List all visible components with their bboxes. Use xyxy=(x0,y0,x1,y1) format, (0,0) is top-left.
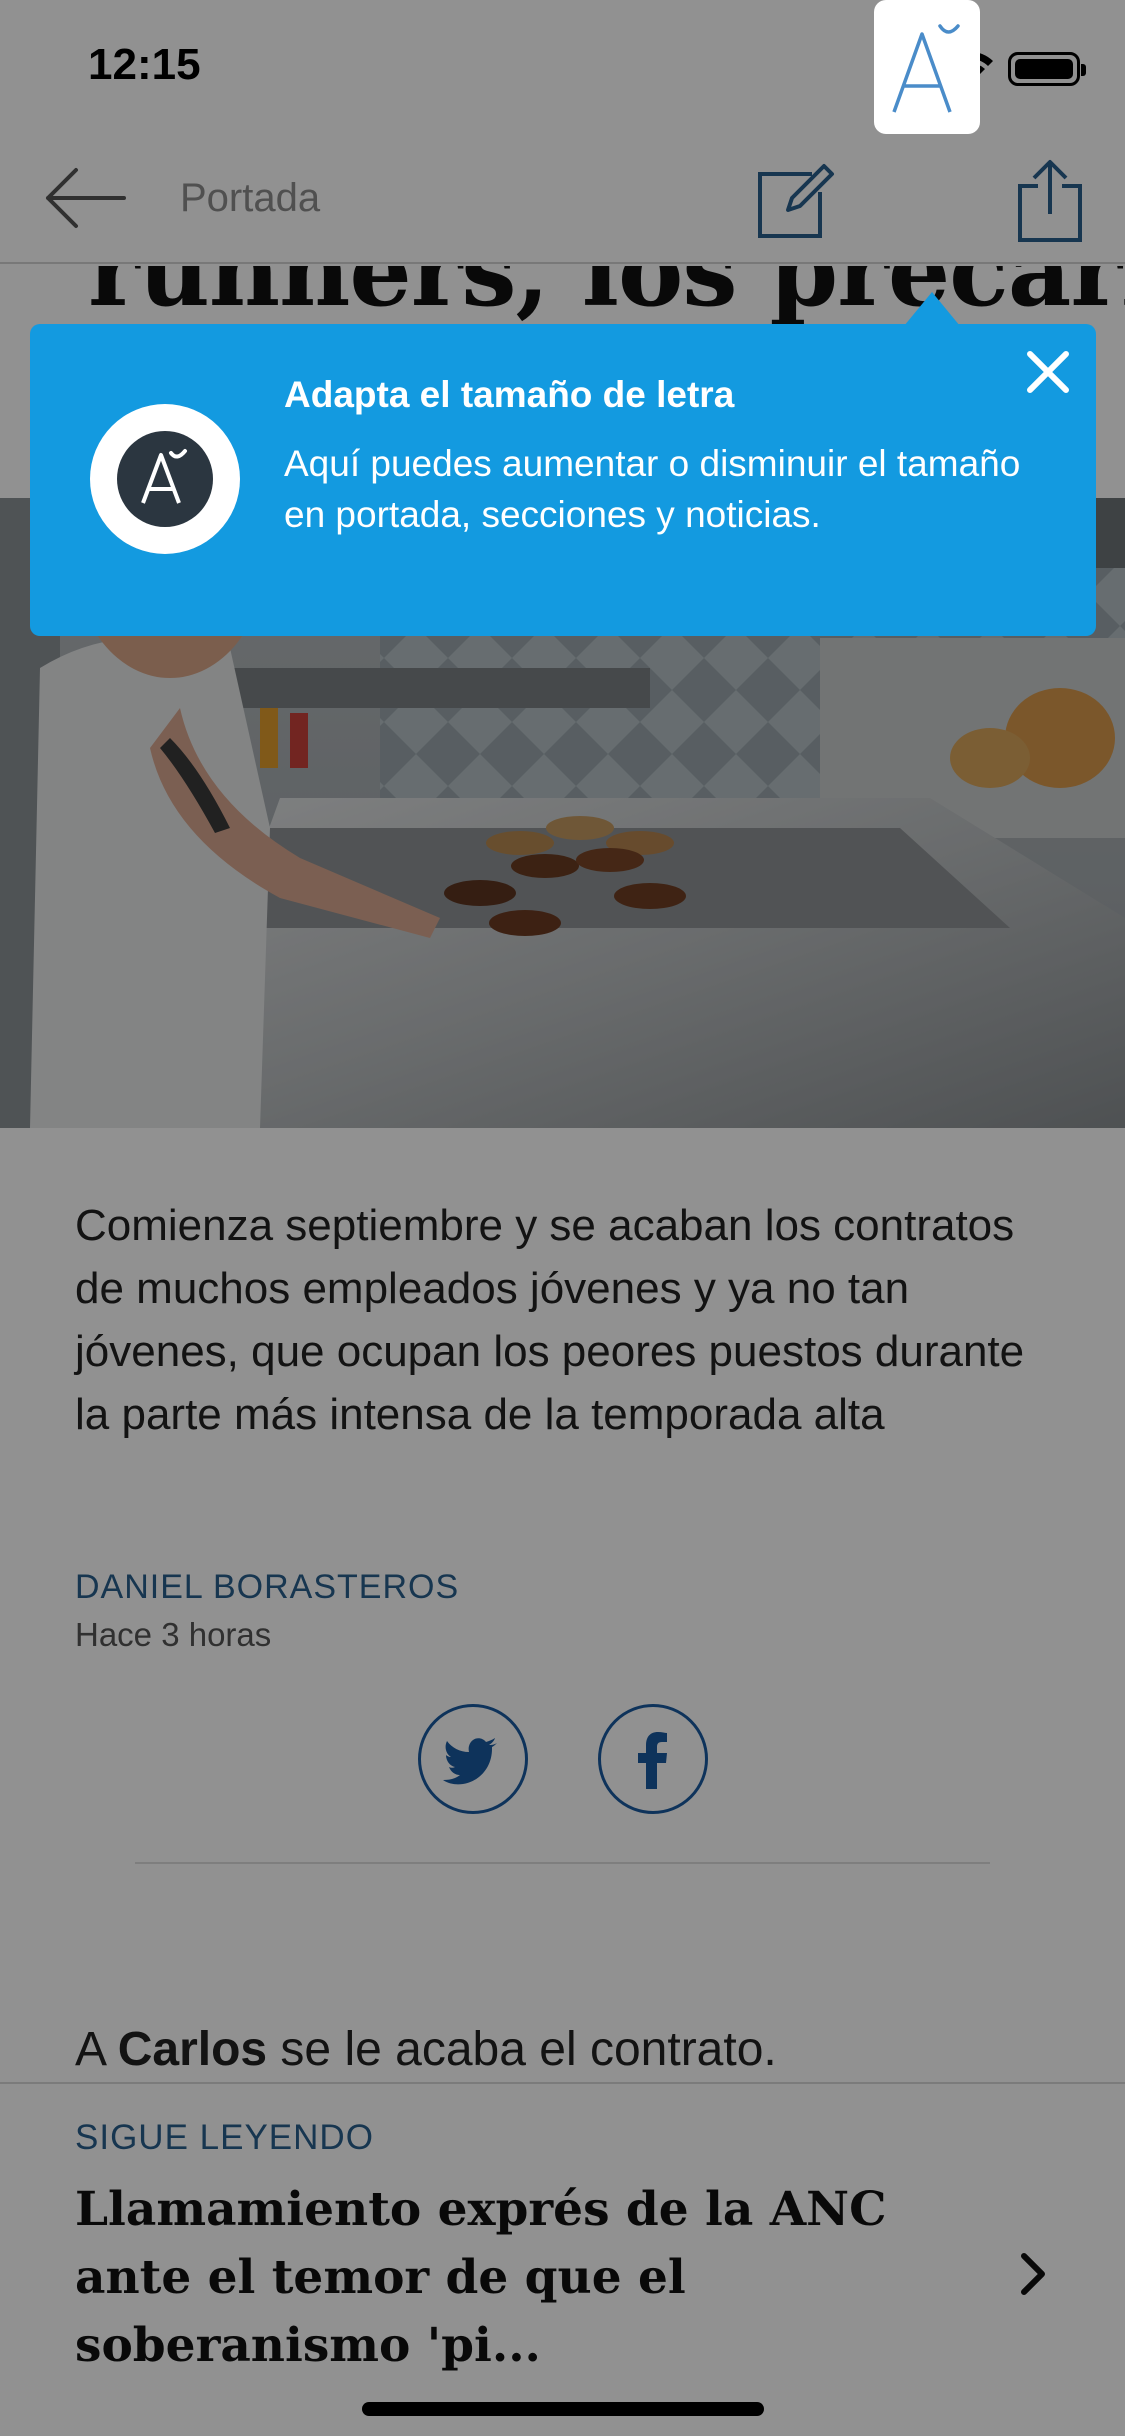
screen: 12:15 Portada runners, los precarios de xyxy=(0,0,1125,2436)
font-size-icon xyxy=(892,24,960,113)
tooltip-title: Adapta el tamaño de letra xyxy=(284,374,735,415)
tooltip-arrow xyxy=(904,292,960,326)
close-icon[interactable] xyxy=(1022,346,1074,398)
font-size-tooltip: Adapta el tamaño de letra Aquí puedes au… xyxy=(30,324,1096,636)
tooltip-body: Aquí puedes aumentar o disminuir el tama… xyxy=(284,443,1021,535)
font-size-glyph-icon xyxy=(141,449,187,504)
font-size-button[interactable] xyxy=(874,0,980,134)
font-size-badge-icon xyxy=(117,431,213,527)
font-size-badge xyxy=(90,404,240,554)
